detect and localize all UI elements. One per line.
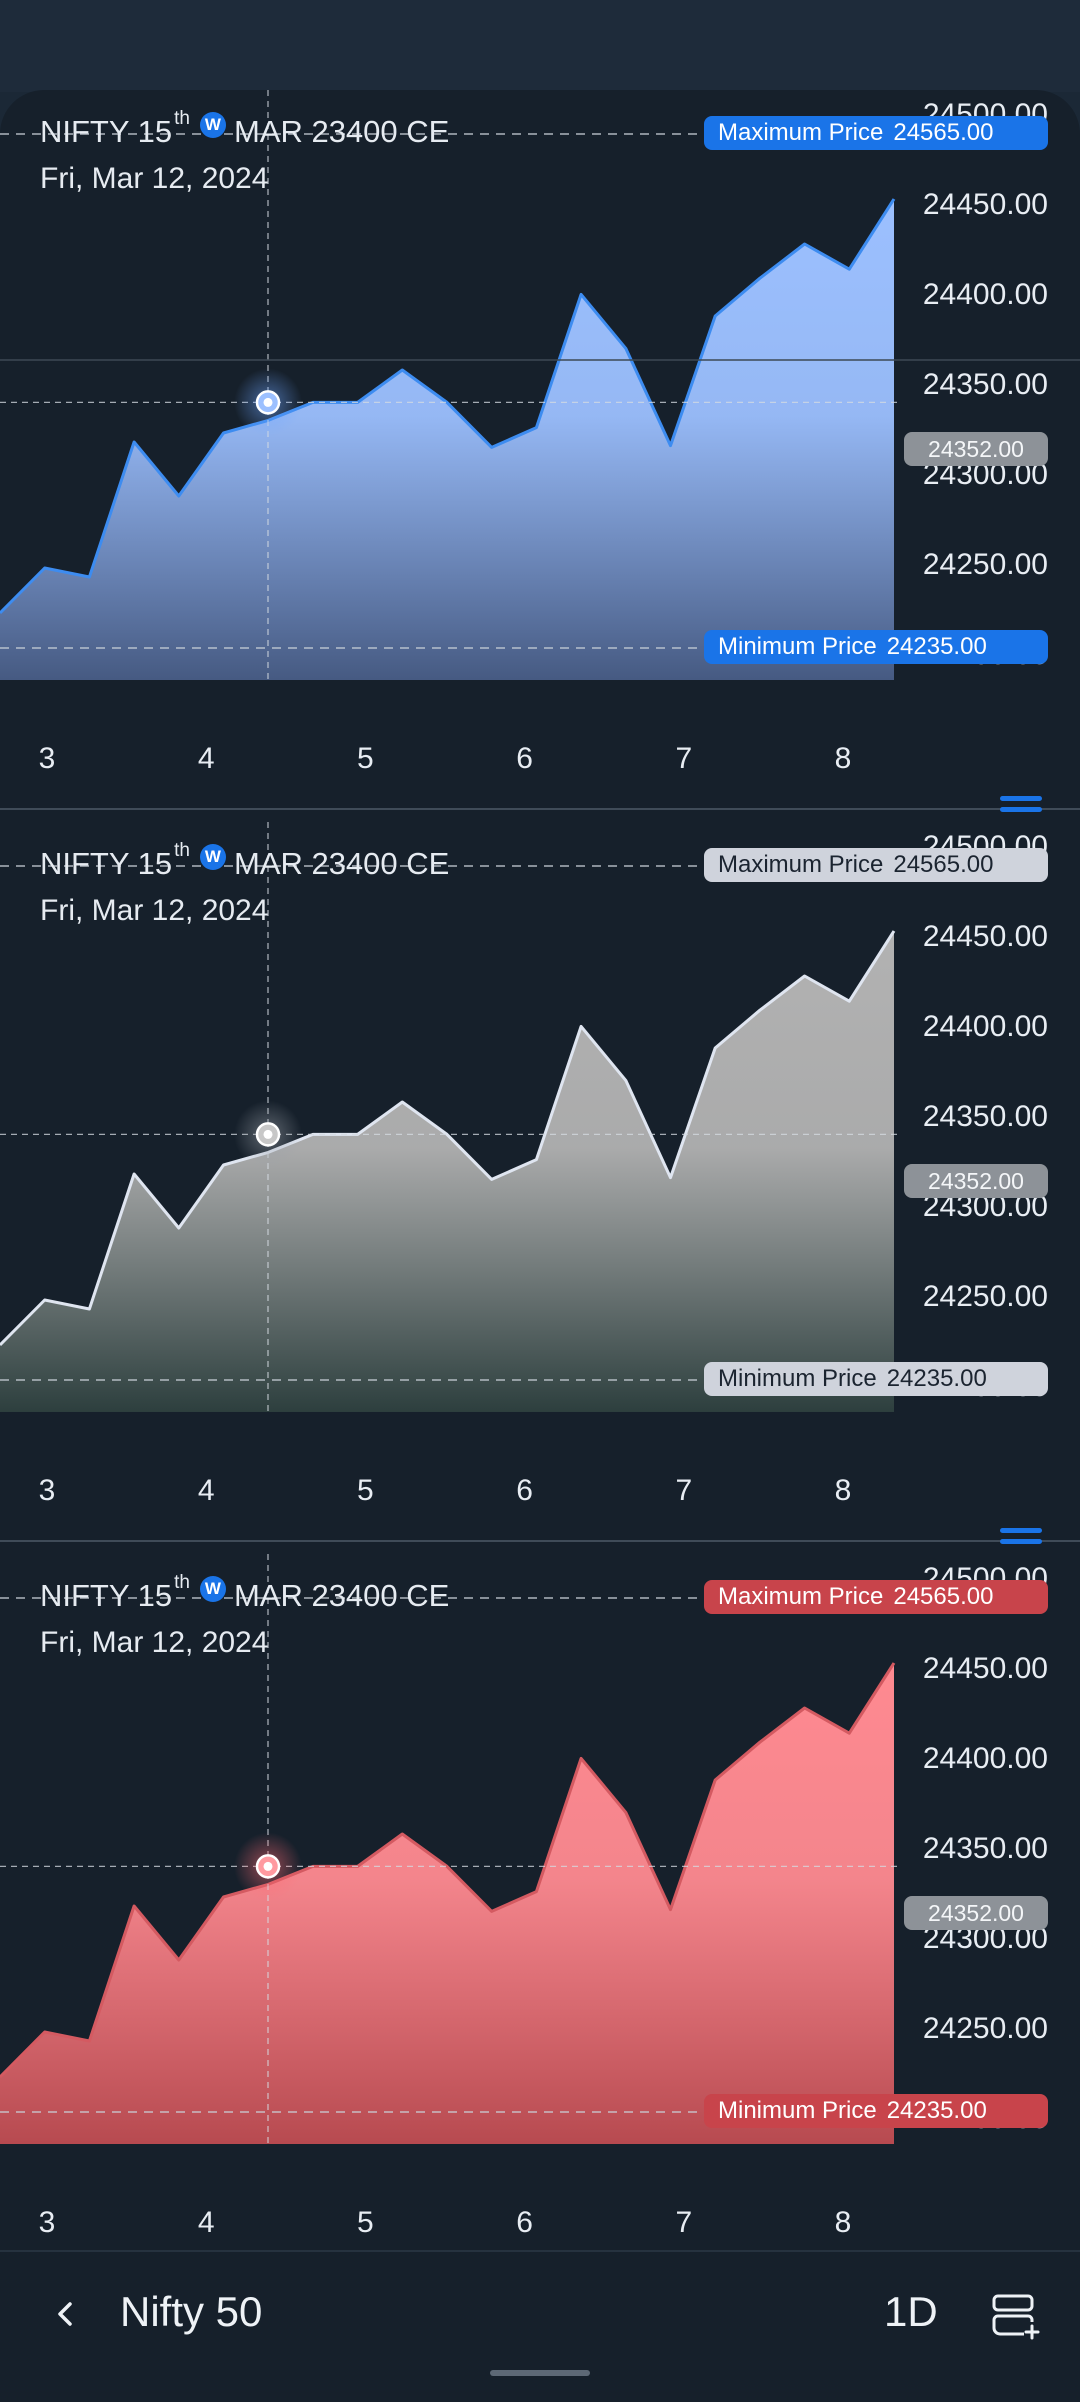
instrument-sup: th	[174, 840, 190, 862]
weekly-badge: W	[200, 112, 226, 138]
y-tick-label: 24250.00	[923, 1280, 1048, 1314]
weekly-badge: W	[200, 844, 226, 870]
y-tick-label: 24250.00	[923, 2012, 1048, 2046]
max-price-pill: Maximum Price24565.00	[704, 848, 1048, 882]
home-indicator	[490, 2370, 590, 2376]
y-tick-label: 24450.00	[923, 188, 1048, 222]
y-tick-label: 24400.00	[923, 278, 1048, 312]
x-tick-label: 8	[813, 1474, 873, 1508]
instrument-title[interactable]: Nifty 50	[120, 2288, 262, 2336]
min-price-pill: Minimum Price24235.00	[704, 2094, 1048, 2128]
selected-date: Fri, Mar 12, 2024	[40, 1626, 268, 1660]
x-axis: 3 4 5 6 7 8	[0, 742, 900, 782]
max-price-label: Maximum Price	[704, 851, 883, 879]
y-tick-label: 24450.00	[923, 920, 1048, 954]
y-tick-label: 24450.00	[923, 1652, 1048, 1686]
resize-handle-icon[interactable]	[1000, 1528, 1042, 1550]
chart-panel-2[interactable]: NIFTY 15th W MAR 23400 CE Fri, Mar 12, 2024…	[0, 822, 1080, 1554]
x-axis: 3 4 5 6 7 8	[0, 2206, 900, 2246]
x-tick-label: 4	[176, 1474, 236, 1508]
min-price-pill: Minimum Price24235.00	[704, 1362, 1048, 1396]
y-tick-label: 24400.00	[923, 1010, 1048, 1044]
y-tick-label: 24400.00	[923, 1742, 1048, 1776]
price-area	[0, 931, 894, 1412]
instrument-label: NIFTY 15thWMAR 23400 CE	[40, 114, 449, 150]
min-price-label: Minimum Price	[704, 2097, 877, 2125]
selected-date: Fri, Mar 12, 2024	[40, 894, 268, 928]
instrument-contract: MAR 23400 CE	[234, 114, 449, 150]
min-price-value: 24235.00	[877, 2097, 1001, 2125]
min-price-value: 24235.00	[877, 1365, 1001, 1393]
panel-divider[interactable]	[0, 808, 1080, 810]
max-price-pill: Maximum Price24565.00	[704, 116, 1048, 150]
x-tick-label: 6	[495, 742, 555, 776]
price-area	[0, 1663, 894, 2144]
chart-panel-1[interactable]: NIFTY 15th W MAR 23400 CE Fri, Mar 12, 2024…	[0, 90, 1080, 822]
x-tick-label: 7	[654, 1474, 714, 1508]
instrument-contract: MAR 23400 CE	[234, 846, 449, 882]
instrument-label: NIFTY 15thWMAR 23400 CE	[40, 1578, 449, 1614]
current-price-pill: 24352.00	[904, 1164, 1048, 1198]
max-price-label: Maximum Price	[704, 119, 883, 147]
current-price-pill: 24352.00	[904, 1896, 1048, 1930]
panel-divider[interactable]	[0, 1540, 1080, 1542]
resize-handle-icon[interactable]	[1000, 796, 1042, 818]
max-price-value: 24565.00	[883, 851, 1007, 879]
instrument-name: NIFTY 15	[40, 846, 172, 882]
current-price-pill: 24352.00	[904, 432, 1048, 466]
x-axis: 3 4 5 6 7 8	[0, 1474, 900, 1514]
crosshair-marker-dot	[264, 1130, 273, 1139]
status-bar-area	[0, 0, 1080, 92]
chevron-left-icon[interactable]	[44, 2292, 88, 2336]
chart-panel-3[interactable]: NIFTY 15th W MAR 23400 CE Fri, Mar 12, 2024…	[0, 1554, 1080, 2286]
x-tick-label: 4	[176, 742, 236, 776]
x-tick-label: 5	[335, 1474, 395, 1508]
min-price-label: Minimum Price	[704, 633, 877, 661]
x-tick-label: 8	[813, 2206, 873, 2240]
x-tick-label: 6	[495, 2206, 555, 2240]
x-tick-label: 8	[813, 742, 873, 776]
x-tick-label: 5	[335, 742, 395, 776]
x-tick-label: 6	[495, 1474, 555, 1508]
instrument-sup: th	[174, 1572, 190, 1594]
min-price-label: Minimum Price	[704, 1365, 877, 1393]
instrument-name: NIFTY 15	[40, 114, 172, 150]
instrument-contract: MAR 23400 CE	[234, 1578, 449, 1614]
x-tick-label: 5	[335, 2206, 395, 2240]
interval-selector[interactable]: 1D	[884, 2288, 938, 2336]
max-price-label: Maximum Price	[704, 1583, 883, 1611]
x-tick-label: 7	[654, 742, 714, 776]
x-tick-label: 4	[176, 2206, 236, 2240]
instrument-label: NIFTY 15thWMAR 23400 CE	[40, 846, 449, 882]
crosshair-marker-dot	[264, 1862, 273, 1871]
instrument-name: NIFTY 15	[40, 1578, 172, 1614]
bottom-toolbar: Nifty 50 1D	[0, 2250, 1080, 2402]
y-tick-label: 24250.00	[923, 548, 1048, 582]
x-tick-label: 3	[17, 2206, 77, 2240]
crosshair-marker-dot	[264, 398, 273, 407]
x-tick-label: 3	[17, 1474, 77, 1508]
x-tick-label: 3	[17, 742, 77, 776]
x-tick-label: 7	[654, 2206, 714, 2240]
chart-layout-add-icon[interactable]	[990, 2290, 1040, 2340]
max-price-value: 24565.00	[883, 1583, 1007, 1611]
y-tick-label: 24350.00	[923, 1832, 1048, 1866]
price-area	[0, 199, 894, 680]
selected-date: Fri, Mar 12, 2024	[40, 162, 268, 196]
weekly-badge: W	[200, 1576, 226, 1602]
instrument-sup: th	[174, 108, 190, 130]
max-price-pill: Maximum Price24565.00	[704, 1580, 1048, 1614]
min-price-pill: Minimum Price24235.00	[704, 630, 1048, 664]
max-price-value: 24565.00	[883, 119, 1007, 147]
min-price-value: 24235.00	[877, 633, 1001, 661]
y-tick-label: 24350.00	[923, 1100, 1048, 1134]
y-tick-label: 24350.00	[923, 368, 1048, 402]
